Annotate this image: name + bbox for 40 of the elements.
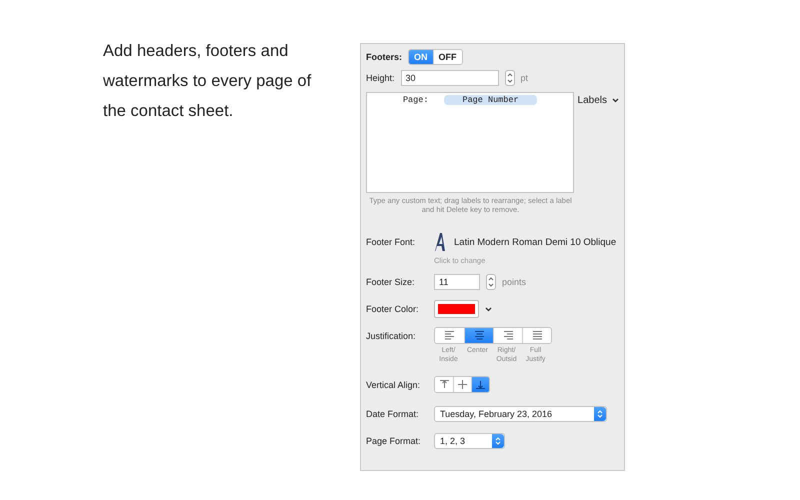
labels-menu[interactable]: Labels xyxy=(578,95,619,106)
footer-editor[interactable]: Page: Page Number xyxy=(366,92,574,193)
chevron-icon[interactable] xyxy=(485,306,492,312)
footer-color-label: Footer Color: xyxy=(366,304,420,314)
align-right-icon xyxy=(504,331,512,340)
segment-button[interactable] xyxy=(464,328,493,343)
page-format-popup[interactable]: 1, 2, 3 xyxy=(434,433,505,449)
popup-arrows-icon xyxy=(492,434,504,448)
segment-button[interactable] xyxy=(471,377,489,392)
page-format-label: Page Format: xyxy=(366,436,422,446)
height-field[interactable]: 30 xyxy=(400,70,499,86)
chevron-icon xyxy=(612,98,619,103)
custom-text: Page: xyxy=(402,95,428,105)
footers-label: Footers: xyxy=(366,52,402,62)
label-token[interactable]: Page Number xyxy=(444,95,537,105)
stepper-icon[interactable] xyxy=(486,274,496,290)
toggle-option[interactable]: OFF xyxy=(432,50,462,64)
align-justify-icon xyxy=(532,331,542,340)
unit-label: pt xyxy=(520,73,528,83)
stepper-icon[interactable] xyxy=(504,70,515,86)
segment-button[interactable] xyxy=(522,328,551,343)
align-top-icon xyxy=(440,380,448,389)
font-letter-icon xyxy=(434,232,448,252)
justification-label: Justification: xyxy=(366,330,417,340)
footer-size-label: Footer Size: xyxy=(366,277,416,287)
height-label: Height: xyxy=(366,73,395,83)
date-format-popup[interactable]: Tuesday, February 23, 2016 xyxy=(434,406,607,422)
align-center-icon xyxy=(474,331,484,340)
vertical-align-label: Vertical Align: xyxy=(366,380,422,390)
popup-arrows-icon xyxy=(594,407,606,421)
footer-size-field[interactable]: 11 xyxy=(434,274,480,290)
align-middle-icon xyxy=(458,380,467,389)
font-name[interactable]: Latin Modern Roman Demi 10 Oblique xyxy=(454,236,616,248)
align-bottom-icon xyxy=(476,380,485,389)
footer-font-label: Footer Font: xyxy=(366,237,416,247)
intro-text: Add headers, footers and watermarks to every page of the contact sheet. xyxy=(103,41,312,122)
unit-label: points xyxy=(502,277,526,287)
color-well[interactable] xyxy=(434,300,479,318)
date-format-label: Date Format: xyxy=(366,409,420,419)
align-left-icon xyxy=(445,331,454,340)
